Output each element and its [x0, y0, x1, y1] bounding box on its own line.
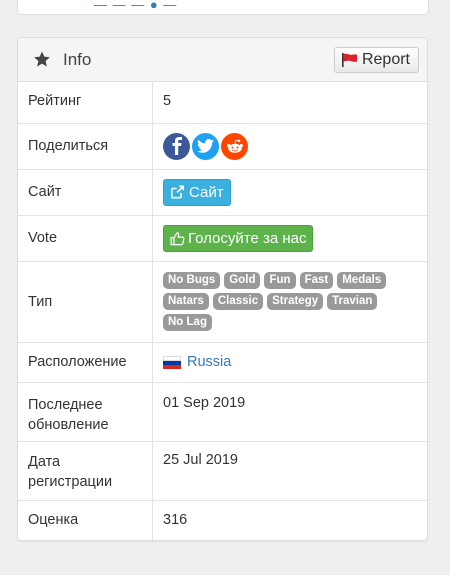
previous-card: — — — ● — — [17, 0, 429, 15]
info-panel: Info Report Рейтинг 5 Поделиться Сайт Са… — [17, 37, 428, 541]
flag-icon — [341, 53, 357, 67]
vote-button-label: Голосуйте за нас — [188, 229, 307, 247]
twitter-icon[interactable] — [192, 132, 219, 160]
registered-label: Дата регистрации — [18, 440, 153, 500]
score-value: 316 — [152, 499, 427, 540]
share-buttons — [163, 132, 417, 160]
row-location: Расположение Russia — [18, 341, 427, 382]
location-link[interactable]: Russia — [187, 354, 231, 370]
row-vote: Vote Голосуйте за нас — [18, 214, 427, 261]
type-label: Тип — [18, 260, 153, 342]
row-score: Оценка 316 — [18, 499, 427, 540]
site-button-label: Сайт — [189, 183, 224, 201]
tag: Fast — [299, 272, 334, 289]
vote-label: Vote — [18, 214, 153, 261]
russia-flag-icon — [163, 356, 181, 369]
score-label: Оценка — [18, 499, 153, 540]
location-label: Расположение — [18, 341, 153, 382]
rating-value: 5 — [163, 93, 172, 109]
registered-value: 25 Jul 2019 — [152, 440, 427, 500]
panel-title: Info — [63, 50, 92, 69]
site-label: Сайт — [18, 168, 153, 215]
tag: No Bugs — [163, 272, 221, 289]
row-site: Сайт Сайт — [18, 168, 427, 215]
star-icon — [34, 51, 50, 67]
row-rating: Рейтинг 5 — [18, 82, 427, 123]
row-registered: Дата регистрации 25 Jul 2019 — [18, 440, 427, 500]
facebook-icon[interactable] — [163, 132, 190, 160]
reddit-icon[interactable] — [221, 132, 248, 160]
tag: Gold — [224, 272, 261, 289]
updated-label: Последнее обновление — [18, 381, 153, 441]
info-panel-heading: Info Report — [18, 38, 427, 82]
tag: Strategy — [267, 293, 324, 310]
report-button[interactable]: Report — [333, 47, 419, 73]
external-link-icon — [171, 185, 184, 199]
previous-card-link-fragment[interactable]: — — — ● — — [94, 0, 177, 12]
rating-label: Рейтинг — [18, 82, 153, 123]
info-table: Рейтинг 5 Поделиться Сайт Сайт Vote Голо… — [18, 82, 427, 540]
tag: No Lag — [163, 314, 212, 331]
tag: Travian — [327, 293, 378, 310]
tag: Medals — [337, 272, 387, 289]
row-type: Тип No Bugs Gold Fun Fast Medals Natars … — [18, 260, 427, 342]
thumbs-up-icon — [170, 231, 185, 245]
tag: Fun — [264, 272, 296, 289]
report-label: Report — [361, 51, 410, 68]
updated-value: 01 Sep 2019 — [152, 381, 427, 441]
row-share: Поделиться — [18, 122, 427, 169]
tag: Classic — [212, 293, 264, 310]
tag: Natars — [163, 293, 209, 310]
site-button[interactable]: Сайт — [163, 178, 231, 206]
type-tags: No Bugs Gold Fun Fast Medals Natars Clas… — [163, 272, 403, 331]
row-updated: Последнее обновление 01 Sep 2019 — [18, 381, 427, 441]
vote-button[interactable]: Голосуйте за нас — [163, 224, 313, 252]
share-label: Поделиться — [18, 122, 153, 169]
